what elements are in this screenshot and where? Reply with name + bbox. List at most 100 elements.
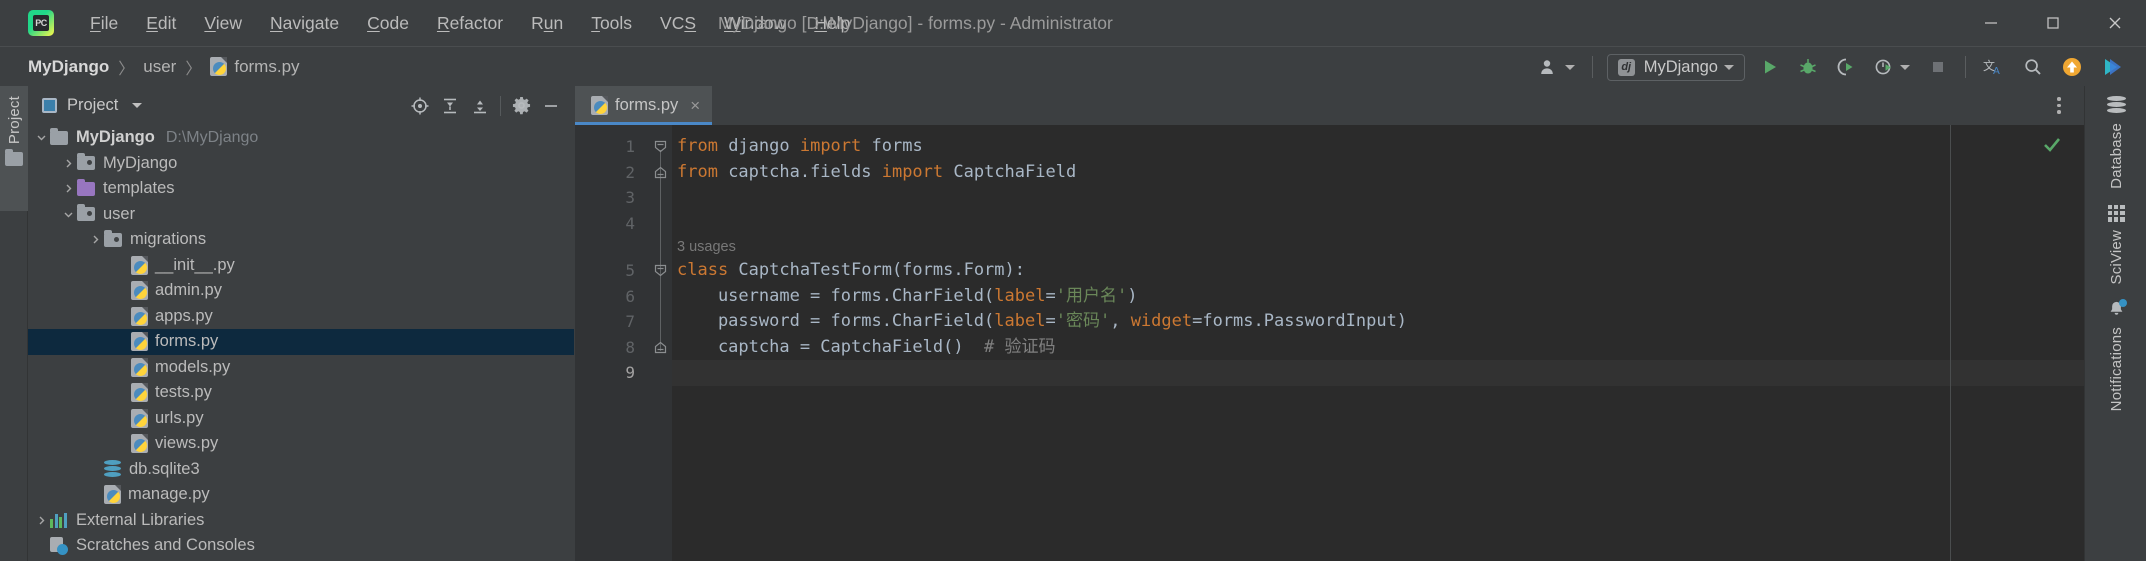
close-icon[interactable]: ×	[690, 97, 700, 114]
sidebar-item-sciview[interactable]: SciView	[2085, 204, 2146, 284]
inspection-status-ok-icon[interactable]	[2042, 135, 2062, 160]
code-line[interactable]: password = forms.CharField(label='密码', w…	[677, 309, 1407, 335]
code-line[interactable]: captcha = CaptchaField() # 验证码	[677, 335, 1056, 361]
code-content[interactable]: 3 usages from django import forms from cap…	[672, 125, 2084, 561]
tree-row[interactable]: forms.py	[28, 329, 574, 355]
tree-node-icon	[131, 255, 155, 275]
tree-row[interactable]: manage.py	[28, 482, 574, 508]
menu-item-run[interactable]: Run	[517, 0, 577, 46]
code-line[interactable]: class CaptchaTestForm(forms.Form):	[677, 258, 1025, 284]
tree-row[interactable]: user	[28, 202, 574, 228]
profile-button[interactable]	[1865, 47, 1919, 87]
tree-row[interactable]: __init__.py	[28, 253, 574, 279]
code-editor[interactable]: 1 2 3 4 5 6 7 8 9 3 usages from django import for…	[575, 125, 2084, 561]
sidebar-item-project[interactable]: Project	[0, 86, 28, 211]
search-everywhere-button[interactable]	[2014, 47, 2052, 87]
tree-row[interactable]: External Libraries	[28, 508, 574, 534]
collapse-all-icon[interactable]	[465, 91, 495, 121]
breadcrumb-label: forms.py	[234, 56, 300, 76]
menu-item-navigate[interactable]: Navigate	[256, 0, 353, 46]
expand-all-icon[interactable]	[435, 91, 465, 121]
code-folding-gutter[interactable]	[650, 125, 672, 561]
code-line[interactable]: from captcha.fields import CaptchaField	[677, 160, 1076, 186]
tree-row[interactable]: urls.py	[28, 406, 574, 432]
code-token: =forms.PasswordInput)	[1192, 311, 1408, 331]
tree-row[interactable]: views.py	[28, 431, 574, 457]
code-line[interactable]: username = forms.CharField(label='用户名')	[677, 284, 1138, 310]
tree-node-label: Scratches and Consoles	[76, 536, 255, 555]
sidebar-item-notifications[interactable]: Notifications	[2085, 299, 2146, 412]
tree-row[interactable]: admin.py	[28, 278, 574, 304]
tree-node-icon	[104, 460, 129, 478]
breadcrumb-item-user[interactable]: user	[143, 57, 176, 77]
code-token: forms	[861, 136, 923, 156]
maximize-button[interactable]	[2022, 0, 2084, 46]
sidebar-item-project-label: Project	[5, 96, 23, 145]
right-margin-ruler	[1950, 125, 1951, 561]
tree-row[interactable]: MyDjango D:\MyDjango	[28, 125, 574, 151]
sidebar-item-database[interactable]: Database	[2085, 96, 2146, 189]
menu-item-vcs[interactable]: VCS	[646, 0, 710, 46]
fold-end-icon[interactable]	[654, 166, 667, 178]
debug-button[interactable]	[1789, 47, 1827, 87]
editor-tab-forms-py[interactable]: forms.py ×	[575, 86, 713, 125]
editor-tab-label: forms.py	[615, 96, 679, 114]
usages-hint[interactable]: 3 usages	[677, 236, 736, 258]
run-button[interactable]	[1751, 47, 1789, 87]
chevron-right-icon[interactable]	[86, 234, 104, 245]
fold-collapse-icon[interactable]	[654, 140, 667, 153]
run-with-coverage-button[interactable]	[1827, 47, 1865, 87]
project-tree[interactable]: MyDjango D:\MyDjango MyDjango templates user…	[28, 125, 574, 561]
menu-item-file[interactable]: File	[76, 0, 132, 46]
tree-row[interactable]: tests.py	[28, 380, 574, 406]
code-token: )	[1127, 285, 1138, 306]
tree-row[interactable]: Scratches and Consoles	[28, 533, 574, 559]
tree-node-icon	[77, 153, 103, 171]
menu-item-refactor[interactable]: Refactor	[423, 0, 517, 46]
user-account-icon[interactable]	[1530, 47, 1584, 87]
tree-row[interactable]: db.sqlite3	[28, 457, 574, 483]
update-project-button[interactable]	[2052, 47, 2092, 87]
code-token: from	[677, 136, 718, 156]
tree-node-label: views.py	[155, 434, 219, 453]
settings-gear-icon[interactable]	[506, 91, 536, 121]
menu-item-tools[interactable]: Tools	[577, 0, 646, 46]
folder-icon	[5, 149, 23, 167]
python-file-icon	[131, 281, 148, 301]
tree-node-label: admin.py	[155, 281, 222, 300]
tree-row[interactable]: MyDjango	[28, 151, 574, 177]
chevron-down-icon[interactable]	[59, 209, 77, 220]
fold-collapse-icon[interactable]	[654, 264, 667, 277]
chevron-down-icon[interactable]	[132, 103, 143, 108]
code-token: username = forms.CharField(	[677, 285, 995, 306]
tree-row[interactable]: migrations	[28, 227, 574, 253]
fold-end-icon[interactable]	[654, 341, 667, 353]
chevron-right-icon[interactable]	[59, 183, 77, 194]
tree-row[interactable]: apps.py	[28, 304, 574, 330]
tree-node-path: D:\MyDjango	[165, 128, 259, 146]
chevron-right-icon[interactable]	[32, 515, 50, 526]
code-line[interactable]: from django import forms	[677, 134, 923, 160]
ide-assistant-button[interactable]	[2092, 47, 2132, 87]
locate-icon[interactable]	[405, 91, 435, 121]
translate-button[interactable]: 文 A	[1974, 47, 2014, 87]
menu-item-edit[interactable]: Edit	[132, 0, 190, 46]
hide-panel-icon[interactable]	[536, 91, 566, 121]
menu-item-view[interactable]: View	[190, 0, 256, 46]
tree-row[interactable]: models.py	[28, 355, 574, 381]
project-view-icon	[42, 98, 57, 113]
chevron-down-icon[interactable]	[32, 132, 50, 143]
close-button[interactable]	[2084, 0, 2146, 46]
breadcrumb-item-mydjango[interactable]: MyDjango	[28, 57, 109, 77]
code-token: label	[994, 311, 1046, 331]
breadcrumb-item-forms-py[interactable]: forms.py	[210, 56, 300, 77]
minimize-button[interactable]	[1960, 0, 2022, 46]
tree-row[interactable]: templates	[28, 176, 574, 202]
python-file-icon	[131, 255, 148, 275]
chevron-right-icon[interactable]	[59, 158, 77, 169]
code-token: CaptchaField	[943, 161, 1077, 182]
stop-button[interactable]	[1919, 47, 1957, 87]
menu-item-code[interactable]: Code	[353, 0, 423, 46]
more-options-icon[interactable]	[2044, 86, 2074, 125]
run-configuration-selector[interactable]: dj MyDjango	[1606, 53, 1745, 81]
